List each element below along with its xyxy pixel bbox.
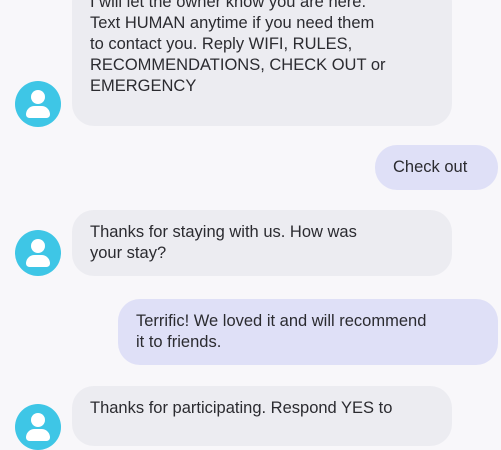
message-text-line: Check out — [393, 158, 468, 176]
message-text-line: I will let the owner know you are here. — [90, 0, 367, 11]
incoming-message-bubble: Thanks for staying with us. How was your… — [72, 210, 452, 276]
person-icon — [15, 81, 61, 127]
person-icon — [15, 404, 61, 450]
message-text-line: your stay? — [90, 244, 167, 262]
message-text-line: it to friends. — [136, 333, 222, 351]
message-text-line: Terrific! We loved it and will recommend — [136, 312, 427, 330]
contact-avatar[interactable] — [15, 81, 61, 127]
incoming-message-bubble: I will let the owner know you are here. … — [72, 0, 452, 126]
contact-avatar[interactable] — [15, 404, 61, 450]
message-text-line: EMERGENCY — [90, 77, 197, 95]
chat-screen: { "messages": [ { "direction": "incoming… — [0, 0, 501, 450]
message-text-line: Thanks for participating. Respond YES to — [90, 399, 393, 417]
contact-avatar[interactable] — [15, 230, 61, 276]
outgoing-message-bubble: Terrific! We loved it and will recommend… — [118, 299, 498, 365]
message-text-line: to contact you. Reply WIFI, RULES, — [90, 35, 353, 53]
person-icon — [15, 230, 61, 276]
outgoing-message-bubble: Check out — [375, 145, 498, 190]
message-text-line: Text HUMAN anytime if you need them — [90, 14, 375, 32]
message-text-line: RECOMMENDATIONS, CHECK OUT or — [90, 56, 386, 74]
message-text-line: Thanks for staying with us. How was — [90, 223, 357, 241]
incoming-message-bubble: Thanks for participating. Respond YES to — [72, 386, 452, 446]
